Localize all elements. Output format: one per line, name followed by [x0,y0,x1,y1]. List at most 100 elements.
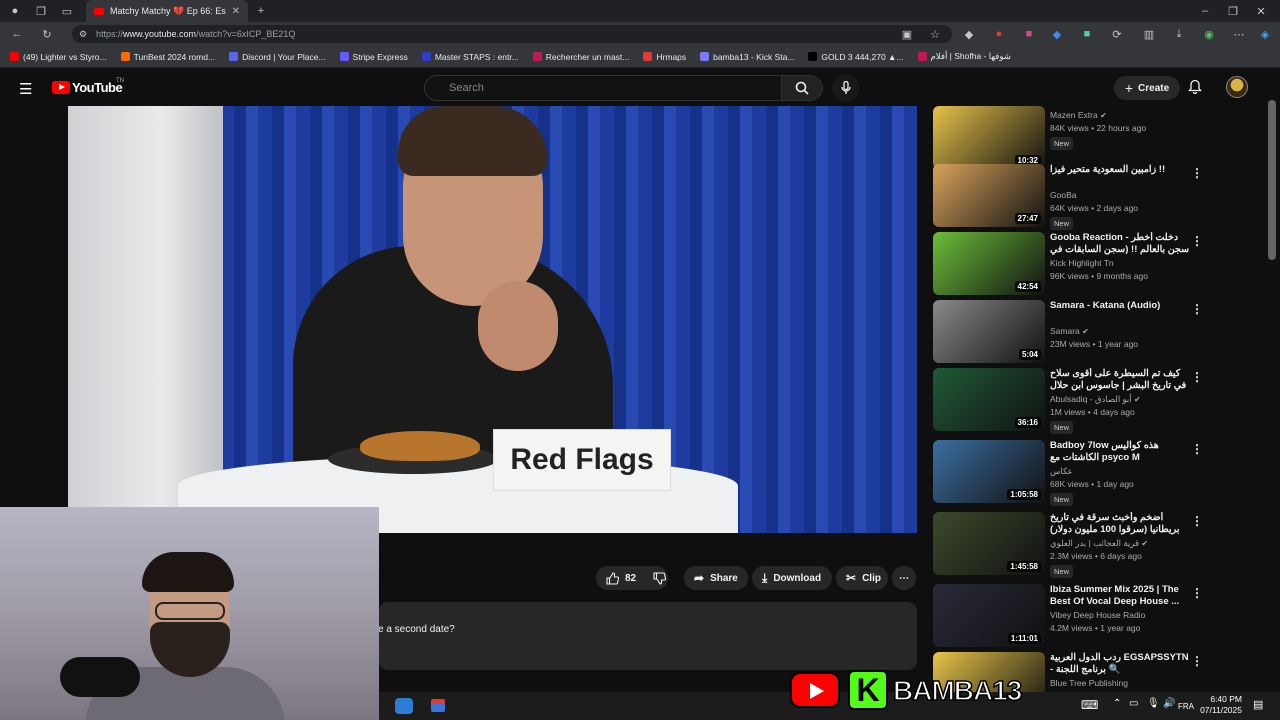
minimize-icon[interactable]: – [1198,4,1212,18]
bookmark-item[interactable]: Rechercher un mast... [532,52,629,62]
keyboard-icon[interactable]: ⌨ [1081,698,1098,712]
youtube-logo-icon[interactable] [52,81,70,94]
site-info-icon[interactable]: ⚙ [76,27,90,41]
more-vertical-icon[interactable]: ⋮ [1191,442,1203,456]
reload-icon[interactable]: ↻ [40,27,54,41]
video-thumbnail[interactable]: 1:11:01 [933,584,1045,647]
recommended-video[interactable]: 36:16 كيف تم السيطرة على أقوى سلاح في تار… [933,368,1263,434]
create-button[interactable]: + Create [1114,76,1180,100]
url-field[interactable]: https://www.youtube.com/watch?v=6xICP_BE… [72,25,952,43]
video-thumbnail[interactable]: 1:05:58 [933,440,1045,503]
install-app-icon[interactable]: ▣ [900,27,914,41]
close-window-icon[interactable]: ✕ [1254,4,1268,18]
video-thumbnail[interactable]: 1:45:58 [933,512,1045,575]
search-button[interactable] [781,75,823,101]
video-title[interactable]: Samara - Katana (Audio) [1050,300,1190,312]
video-title[interactable]: Badboy 7low هذه كواليس الكاشتات مع psyco… [1050,440,1190,464]
channel-name[interactable]: قرية العجائب | بدر العلوي ✔ [1050,538,1148,549]
bookmark-item[interactable]: Discord | Your Place... [229,52,326,62]
bookmark-item[interactable]: Stripe Express [339,52,408,62]
extension-icon-2[interactable]: ● [992,27,1006,41]
maximize-icon[interactable]: ❐ [1226,4,1240,18]
recommended-video[interactable]: 27:47 زامبين السعودية متحير فيزا !! GooBa 6… [933,164,1263,230]
more-vertical-icon[interactable]: ⋮ [1191,166,1203,180]
more-vertical-icon[interactable]: ⋮ [1191,302,1203,316]
video-thumbnail[interactable]: 36:16 [933,368,1045,431]
extension-icon-3[interactable]: ■ [1022,27,1036,41]
tray-chevron-icon[interactable]: ⌃ [1113,698,1121,709]
account-avatar[interactable] [1226,76,1248,98]
channel-name[interactable]: Blue Tree Publishing [1050,678,1128,688]
volume-icon[interactable]: 🔊 [1163,698,1175,709]
video-thumbnail[interactable]: 27:47 [933,164,1045,227]
more-vertical-icon[interactable]: ⋮ [1191,654,1203,668]
channel-name[interactable]: Samara ✔ [1050,326,1089,336]
notifications-bell-icon[interactable] [1188,79,1202,97]
share-button[interactable]: ➦ Share [684,566,748,590]
video-title[interactable]: ردب الدول العربية EGSAPSSYTN - برنامج ال… [1050,652,1190,676]
input-language[interactable]: FRA [1178,702,1194,711]
extension-icon-1[interactable]: ◆ [962,27,976,41]
more-vertical-icon[interactable]: ⋮ [1191,514,1203,528]
bookmark-item[interactable]: Master STAPS : entr... [421,52,519,62]
close-tab-icon[interactable]: ✕ [232,6,240,17]
tab-actions-icon[interactable]: ▭ [60,4,74,18]
edge-taskbar-icon[interactable] [395,698,413,714]
recommended-video[interactable]: 5:04 Samara - Katana (Audio) Samara ✔ 23M v… [933,300,1263,364]
bookmark-item[interactable]: bamba13 - Kick Sta... [700,52,794,62]
dislike-button[interactable] [645,566,675,590]
page-scrollbar[interactable] [1268,100,1276,260]
extension-icon-4[interactable]: ◆ [1050,27,1064,41]
video-title[interactable]: Ibiza Summer Mix 2025 | The Best Of Voca… [1050,584,1190,608]
video-title[interactable]: أضخم وأخبث سرقة في تاريخ بريطانيا (سرقوا… [1050,512,1190,536]
description-box[interactable] [378,602,917,670]
video-player[interactable]: Red Flags [68,106,917,533]
video-thumbnail[interactable]: 42:54 [933,232,1045,295]
like-button[interactable]: 82 [606,571,636,585]
bookmark-star-icon[interactable]: ☆ [928,27,942,41]
copilot-icon[interactable]: ◈ [1258,27,1272,41]
channel-name[interactable]: Kick Highlight Tn [1050,258,1114,268]
app-taskbar-icon[interactable] [431,699,445,712]
recommended-video[interactable]: 1:45:58 أضخم وأخبث سرقة في تاريخ بريطانيا… [933,512,1263,578]
network-icon[interactable]: ▭ [1129,698,1138,709]
menu-icon[interactable]: ⋯ [1232,27,1246,41]
system-clock[interactable]: 6:40 PM 07/11/2025 [1196,694,1242,716]
more-vertical-icon[interactable]: ⋮ [1191,234,1203,248]
bookmark-item[interactable]: (49) Lighter vs Styro... [10,52,107,62]
more-actions-button[interactable]: ⋯ [892,566,916,590]
bookmark-item[interactable]: TunBest 2024 romd... [120,52,215,62]
bookmark-item[interactable]: Hrmaps [643,52,686,62]
channel-name[interactable]: عكاس [1050,466,1073,477]
recommended-video[interactable]: 10:32 Mazen Extra ✔ 84K views • 22 hours a… [933,106,1263,170]
channel-name[interactable]: Abulsadiq - أبو الصادق ✔ [1050,394,1141,405]
recommended-video[interactable]: 42:54 Gooba Reaction - دخلت أخطر سجن بالع… [933,232,1263,296]
clip-button[interactable]: ✂ Clip [836,566,888,590]
bookmark-item[interactable]: GOLD 3 444,270 ▲... [808,52,904,62]
bookmark-item[interactable]: أفلام | Shofha - شوفها [917,51,1011,62]
back-icon[interactable]: ← [10,27,24,41]
hamburger-menu-icon[interactable]: ☰ [19,80,32,98]
extension-icon-5[interactable]: ■ [1080,27,1094,41]
channel-name[interactable]: GooBa [1050,190,1076,200]
channel-name[interactable]: Vibey Deep House Radio [1050,610,1145,620]
split-view-icon[interactable]: ▥ [1142,27,1156,41]
microphone-tray-icon[interactable]: 🎙 [1147,698,1160,709]
video-title[interactable]: كيف تم السيطرة على أقوى سلاح في تاريخ ال… [1050,368,1190,392]
download-button[interactable]: ⤓ Download [752,566,832,590]
video-thumbnail[interactable]: 5:04 [933,300,1045,363]
more-vertical-icon[interactable]: ⋮ [1191,586,1203,600]
video-title[interactable]: Gooba Reaction - دخلت أخطر سجن بالعالم !… [1050,232,1190,256]
tab-youtube[interactable]: Matchy Matchy 💔 Ep 66: Esrao ✕ [86,0,248,22]
downloads-icon[interactable]: ⤓ [1172,27,1186,41]
extensions-puzzle-icon[interactable]: ⟳ [1110,27,1124,41]
workspaces-icon[interactable]: ❐ [34,4,48,18]
channel-name[interactable]: Mazen Extra ✔ [1050,110,1107,120]
more-vertical-icon[interactable]: ⋮ [1191,370,1203,384]
notifications-tray-icon[interactable]: ▤ [1253,698,1263,711]
video-thumbnail[interactable]: 10:32 [933,106,1045,169]
recommended-video[interactable]: 1:05:58 Badboy 7low هذه كواليس الكاشتات م… [933,440,1263,506]
video-title[interactable]: زامبين السعودية متحير فيزا !! [1050,164,1190,176]
new-tab-icon[interactable]: + [254,4,268,18]
vpn-icon[interactable]: ◉ [1202,27,1216,41]
